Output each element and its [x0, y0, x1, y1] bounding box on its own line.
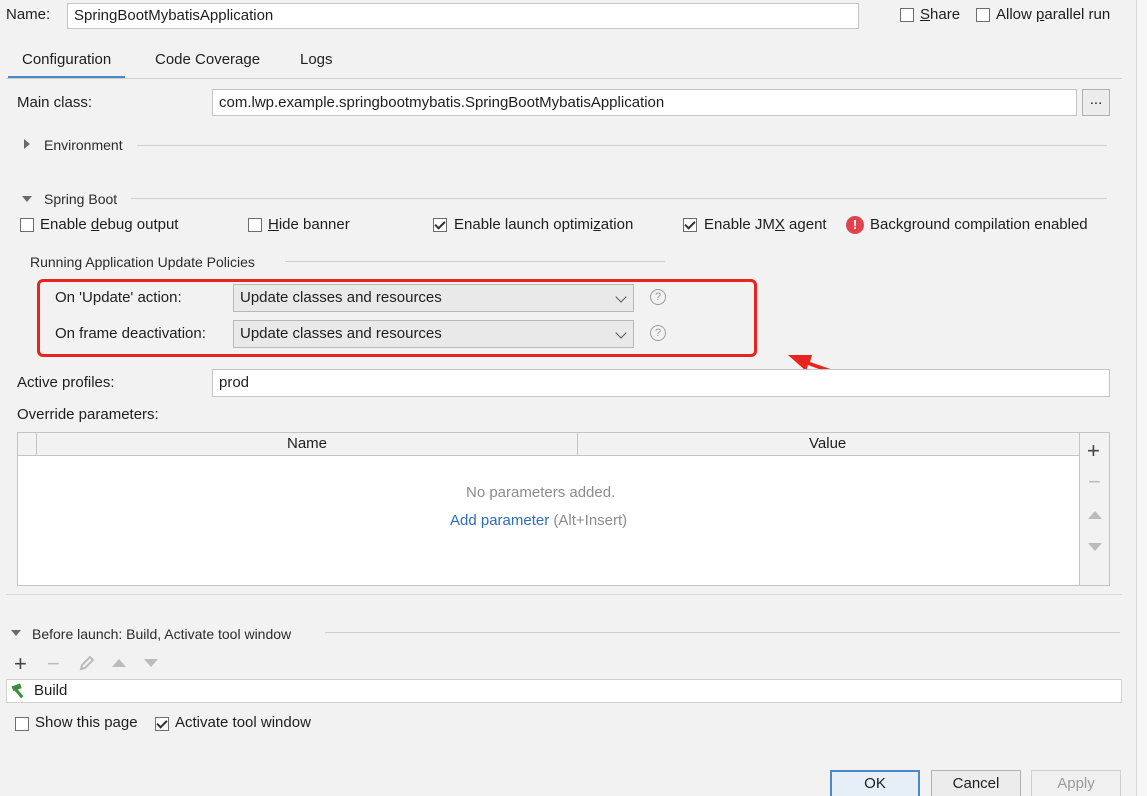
main-class-input[interactable]: com.lwp.example.springbootmybatis.Spring…: [212, 89, 1077, 116]
apply-button[interactable]: Apply: [1031, 770, 1121, 796]
override-parameters-label: Override parameters:: [17, 406, 159, 423]
column-header-name[interactable]: Name: [287, 435, 327, 452]
before-launch-divider: [325, 632, 1120, 633]
share-label: Share: [920, 6, 961, 23]
column-header-value[interactable]: Value: [809, 435, 846, 452]
browse-main-class-button[interactable]: ...: [1082, 89, 1110, 116]
enable-jmx-label: Enable JMX agent: [704, 216, 827, 233]
move-down-icon[interactable]: [1088, 543, 1102, 551]
override-parameters-table: Name Value No parameters added. Add para…: [17, 432, 1080, 586]
add-icon[interactable]: +: [1087, 440, 1100, 462]
run-configuration-dialog: Name: SpringBootMybatisApplication Share…: [0, 0, 1147, 796]
move-task-down-icon[interactable]: [144, 659, 158, 667]
activate-tool-window-checkbox[interactable]: [155, 717, 169, 731]
name-input[interactable]: SpringBootMybatisApplication: [67, 3, 859, 29]
spring-boot-section-title[interactable]: Spring Boot: [44, 191, 117, 207]
enable-launch-optimization-label: Enable launch optimization: [454, 216, 634, 233]
collapse-triangle-icon[interactable]: [22, 196, 32, 202]
error-icon: !: [846, 216, 864, 234]
collapse-triangle-icon[interactable]: [11, 630, 21, 636]
enable-debug-label: Enable debug output: [40, 216, 179, 233]
column-divider: [36, 433, 37, 455]
enable-jmx-checkbox[interactable]: [683, 218, 697, 232]
share-checkbox[interactable]: [900, 8, 914, 22]
list-item[interactable]: Build: [7, 680, 1121, 702]
cancel-button[interactable]: Cancel: [931, 770, 1021, 796]
update-policies-divider: [285, 261, 665, 262]
environment-divider: [137, 145, 1107, 146]
edit-task-icon[interactable]: [78, 654, 96, 672]
allow-parallel-label: Allow parallel run: [996, 6, 1111, 23]
main-class-label: Main class:: [17, 94, 93, 111]
add-parameter-shortcut: (Alt+Insert): [553, 512, 628, 529]
tab-code-coverage[interactable]: Code Coverage: [155, 48, 260, 76]
before-launch-task-list: Build: [6, 679, 1122, 703]
show-this-page-checkbox[interactable]: [15, 717, 29, 731]
name-label: Name:: [6, 6, 51, 23]
allow-parallel-checkbox[interactable]: [976, 8, 990, 22]
active-profiles-label: Active profiles:: [17, 374, 115, 391]
enable-launch-optimization-checkbox[interactable]: [433, 218, 447, 232]
panel-divider: [6, 594, 1122, 595]
active-profiles-input[interactable]: prod: [212, 369, 1110, 397]
hide-banner-label: Hide banner: [268, 216, 350, 233]
background-window-edge: [1136, 0, 1147, 796]
environment-section-title[interactable]: Environment: [44, 137, 123, 153]
remove-task-icon[interactable]: −: [47, 653, 60, 675]
column-divider: [577, 433, 578, 455]
spring-boot-divider: [131, 198, 1107, 199]
empty-table-text: No parameters added.: [466, 484, 616, 501]
move-up-icon[interactable]: [1088, 511, 1102, 519]
activate-tool-window-label: Activate tool window: [175, 714, 311, 731]
remove-icon[interactable]: −: [1088, 471, 1101, 493]
tab-logs[interactable]: Logs: [300, 48, 333, 76]
ok-button[interactable]: OK: [830, 770, 920, 796]
enable-debug-checkbox[interactable]: [20, 218, 34, 232]
expand-triangle-icon[interactable]: [24, 139, 30, 149]
add-parameter-row: Add parameter (Alt+Insert): [450, 512, 627, 529]
hide-banner-checkbox[interactable]: [248, 218, 262, 232]
highlight-box: [37, 279, 757, 357]
add-parameter-link[interactable]: Add parameter: [450, 512, 549, 529]
task-build-label: Build: [34, 682, 68, 699]
show-this-page-label: Show this page: [35, 714, 138, 731]
update-policies-title: Running Application Update Policies: [30, 254, 255, 270]
hammer-icon: [11, 683, 24, 699]
add-task-icon[interactable]: +: [14, 653, 27, 675]
table-header: Name Value: [18, 433, 1079, 456]
background-compilation-label: Background compilation enabled: [870, 216, 1088, 233]
move-task-up-icon[interactable]: [112, 659, 126, 667]
tab-divider: [6, 78, 1122, 79]
tab-configuration[interactable]: Configuration: [8, 48, 126, 79]
table-toolbar: + −: [1080, 432, 1110, 586]
before-launch-title[interactable]: Before launch: Build, Activate tool wind…: [32, 626, 291, 642]
